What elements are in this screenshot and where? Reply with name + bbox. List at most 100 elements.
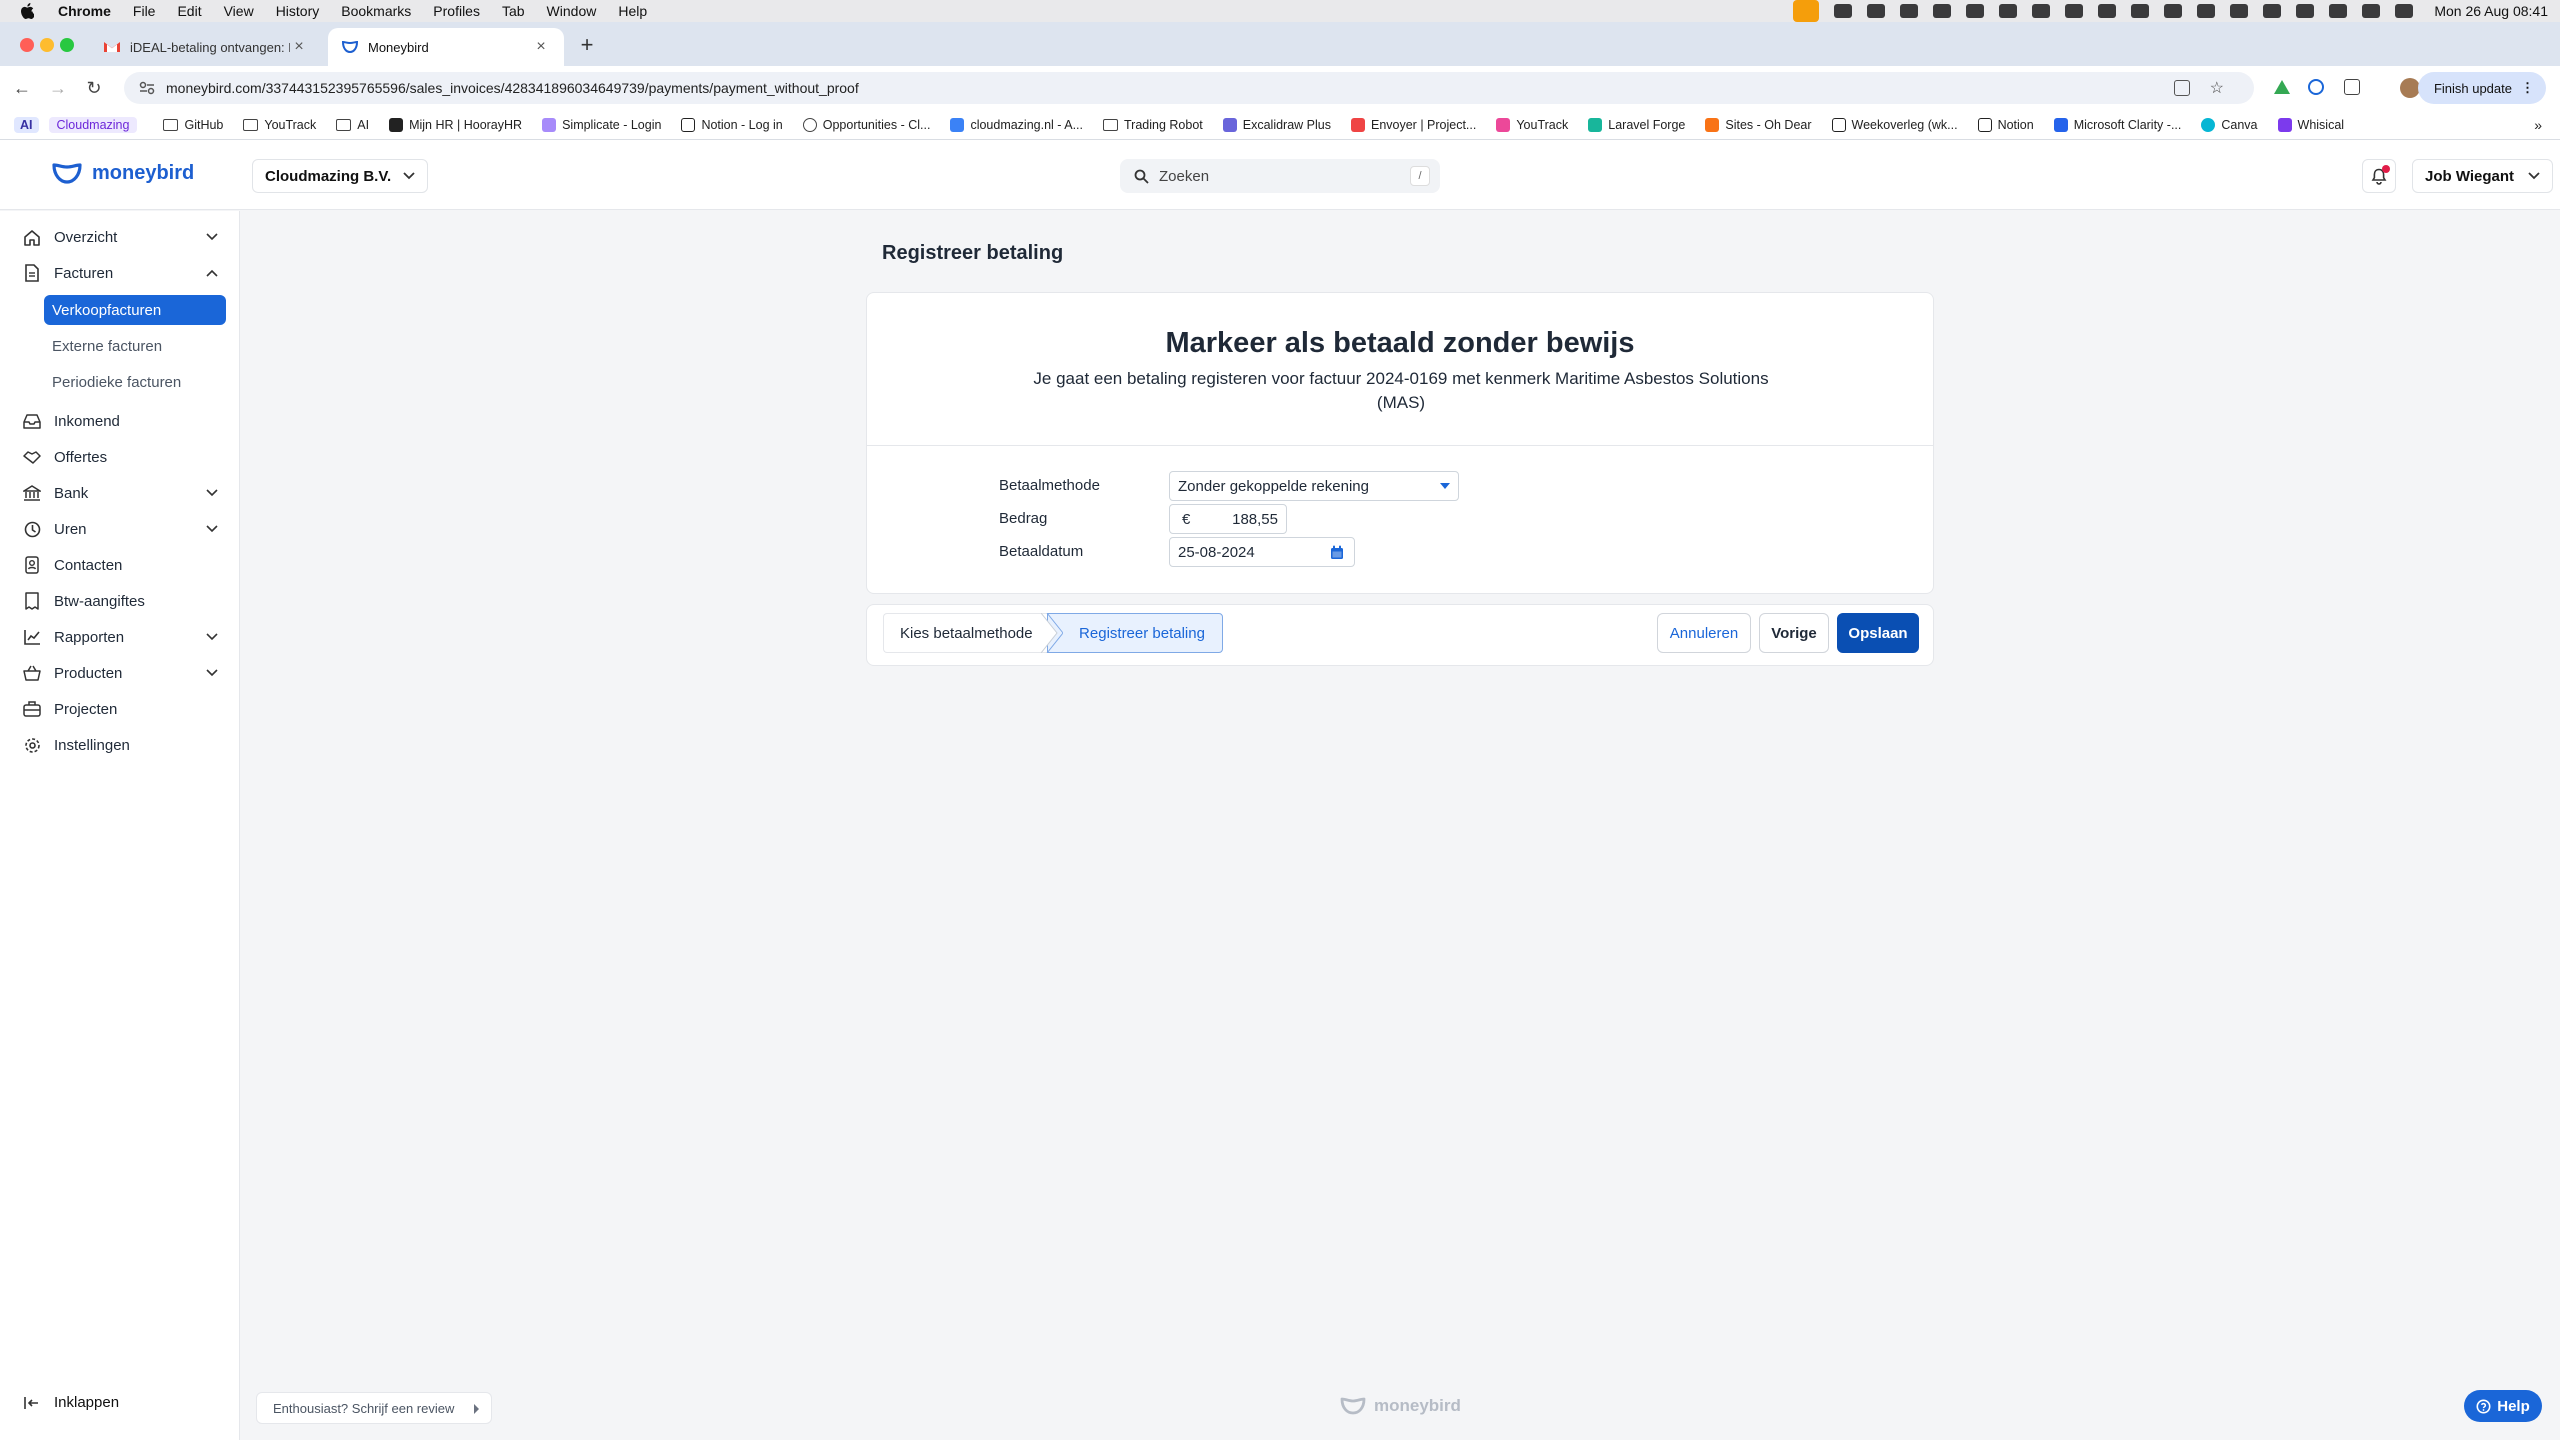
close-tab-icon[interactable]: × — [290, 38, 308, 56]
chevron-down-icon[interactable] — [206, 233, 218, 241]
bookmark-opportunities[interactable]: Opportunities - Cl... — [802, 117, 930, 132]
calendar-icon[interactable] — [1330, 545, 1344, 560]
window-minimize-button[interactable] — [40, 38, 54, 52]
review-link[interactable]: Enthousiast? Schrijf een review — [256, 1392, 492, 1424]
bookmark-envoyer[interactable]: Envoyer | Project... — [1350, 117, 1476, 132]
bookmark-cloudmazing[interactable]: Cloudmazing — [48, 116, 138, 133]
sidebar-item-producten[interactable]: Producten — [22, 657, 226, 689]
back-icon[interactable]: ← — [4, 78, 40, 99]
tray-icon[interactable] — [2065, 4, 2084, 18]
battery-icon[interactable] — [2395, 4, 2414, 18]
close-tab-icon[interactable]: × — [532, 38, 550, 56]
address-bar[interactable]: moneybird.com/337443152395765596/sales_i… — [124, 72, 2254, 104]
tray-icon[interactable] — [2131, 4, 2150, 18]
sidebar-item-uren[interactable]: Uren — [22, 513, 226, 545]
chevron-down-icon[interactable] — [206, 489, 218, 497]
bookmark-github[interactable]: GitHub — [163, 118, 223, 132]
notifications-button[interactable] — [2362, 159, 2396, 193]
star-icon[interactable]: ☆ — [2210, 78, 2224, 98]
forward-icon[interactable]: → — [40, 78, 76, 99]
tray-icon[interactable] — [1900, 4, 1919, 18]
user-menu[interactable]: Job Wiegant — [2412, 159, 2554, 193]
bookmark-canva[interactable]: Canva — [2201, 117, 2258, 132]
previous-button[interactable]: Vorige — [1759, 613, 1829, 653]
tray-icon[interactable] — [2329, 4, 2348, 18]
bookmark-oh-dear[interactable]: Sites - Oh Dear — [1705, 117, 1812, 132]
cancel-button[interactable]: Annuleren — [1657, 613, 1751, 653]
menu-app-name[interactable]: Chrome — [58, 3, 111, 19]
sidebar-subitem-externe-facturen[interactable]: Externe facturen — [44, 331, 226, 361]
wifi-icon[interactable] — [2362, 4, 2381, 18]
bookmark-notion[interactable]: Notion — [1977, 117, 2034, 132]
menu-history[interactable]: History — [276, 3, 320, 19]
apple-icon[interactable] — [18, 3, 36, 19]
sidebar-item-instellingen[interactable]: Instellingen — [22, 729, 226, 761]
browser-tab[interactable]: iDEAL-betaling ontvangen: Fa × — [90, 28, 322, 66]
bookmark-cloudmazing-nl[interactable]: cloudmazing.nl - A... — [950, 117, 1083, 132]
new-tab-icon[interactable]: + — [572, 32, 602, 58]
translate-icon[interactable] — [2174, 80, 2190, 96]
tray-icon[interactable] — [2263, 4, 2282, 18]
step-register-payment[interactable]: Registreer betaling — [1047, 613, 1223, 653]
menu-window[interactable]: Window — [547, 3, 597, 19]
sidebar-item-overzicht[interactable]: Overzicht — [22, 221, 226, 253]
bookmark-weekoverleg[interactable]: Weekoverleg (wk... — [1831, 117, 1958, 132]
bookmark-laravel-forge[interactable]: Laravel Forge — [1588, 117, 1685, 132]
chevron-up-icon[interactable] — [206, 269, 218, 277]
menubar-clock[interactable]: Mon 26 Aug 08:41 — [2434, 3, 2548, 19]
drive-icon[interactable] — [2274, 80, 2290, 94]
finish-update-button[interactable]: Finish update ⋮ — [2417, 72, 2546, 104]
extensions-icon[interactable] — [2344, 79, 2360, 95]
bookmark-hoorayhr[interactable]: Mijn HR | HoorayHR — [389, 117, 522, 132]
sidebar-item-facturen[interactable]: Facturen — [22, 257, 226, 289]
bookmark-whisical[interactable]: Whisical — [2277, 117, 2344, 132]
menu-file[interactable]: File — [133, 3, 156, 19]
bookmark-trading-robot[interactable]: Trading Robot — [1103, 118, 1203, 132]
sidebar-item-contacten[interactable]: Contacten — [22, 549, 226, 581]
bookmark-ai-folder[interactable]: AI — [336, 118, 369, 132]
bookmark-simplicate[interactable]: Simplicate - Login — [542, 117, 661, 132]
sidebar-subitem-periodieke-facturen[interactable]: Periodieke facturen — [44, 367, 226, 397]
tray-icon[interactable] — [1834, 4, 1853, 18]
sidebar-item-btw-aangiftes[interactable]: Btw-aangiftes — [22, 585, 226, 617]
tray-icon[interactable] — [2296, 4, 2315, 18]
tray-icon[interactable] — [1933, 4, 1952, 18]
password-manager-icon[interactable] — [2308, 79, 2324, 95]
save-button[interactable]: Opslaan — [1837, 613, 1919, 653]
bookmark-notion-login[interactable]: Notion - Log in — [681, 117, 783, 132]
payment-date-field[interactable]: 25-08-2024 — [1169, 537, 1355, 567]
collapse-sidebar-button[interactable]: Inklappen — [22, 1394, 119, 1411]
more-bookmarks-icon[interactable]: » — [2534, 117, 2542, 133]
payment-method-select[interactable]: Zonder gekoppelde rekening — [1169, 471, 1459, 501]
sidebar-item-projecten[interactable]: Projecten — [22, 693, 226, 725]
window-close-button[interactable] — [20, 38, 34, 52]
chevron-down-icon[interactable] — [206, 525, 218, 533]
tray-icon[interactable] — [1867, 4, 1886, 18]
step-choose-payment-method[interactable]: Kies betaalmethode — [883, 613, 1051, 653]
menu-view[interactable]: View — [224, 3, 254, 19]
tray-icon[interactable] — [2164, 4, 2183, 18]
tray-icon[interactable] — [1966, 4, 1985, 18]
window-zoom-button[interactable] — [60, 38, 74, 52]
bookmark-clarity[interactable]: Microsoft Clarity -... — [2053, 117, 2181, 132]
chevron-down-icon[interactable] — [206, 669, 218, 677]
bookmark-ai-badge[interactable]: AI — [14, 116, 39, 133]
tray-icon[interactable] — [2098, 4, 2117, 18]
reload-icon[interactable]: ↻ — [76, 78, 112, 99]
sidebar-item-inkomend[interactable]: Inkomend — [22, 405, 226, 437]
sidebar-item-bank[interactable]: Bank — [22, 477, 226, 509]
bookmark-youtrack[interactable]: YouTrack — [1496, 117, 1568, 132]
sidebar-item-offertes[interactable]: Offertes — [22, 441, 226, 473]
chevron-down-icon[interactable] — [206, 633, 218, 641]
menu-edit[interactable]: Edit — [177, 3, 201, 19]
menu-tab[interactable]: Tab — [502, 3, 525, 19]
menu-bookmarks[interactable]: Bookmarks — [341, 3, 411, 19]
tray-icon[interactable] — [2032, 4, 2051, 18]
sidebar-subitem-verkoopfacturen[interactable]: Verkoopfacturen — [44, 295, 226, 325]
search-input[interactable]: Zoeken / — [1120, 159, 1440, 193]
sidebar-item-rapporten[interactable]: Rapporten — [22, 621, 226, 653]
bookmark-youtrack-folder[interactable]: YouTrack — [243, 118, 316, 132]
menu-help[interactable]: Help — [618, 3, 647, 19]
tray-icon[interactable] — [1999, 4, 2018, 18]
amount-field[interactable]: € 188,55 — [1169, 504, 1287, 534]
